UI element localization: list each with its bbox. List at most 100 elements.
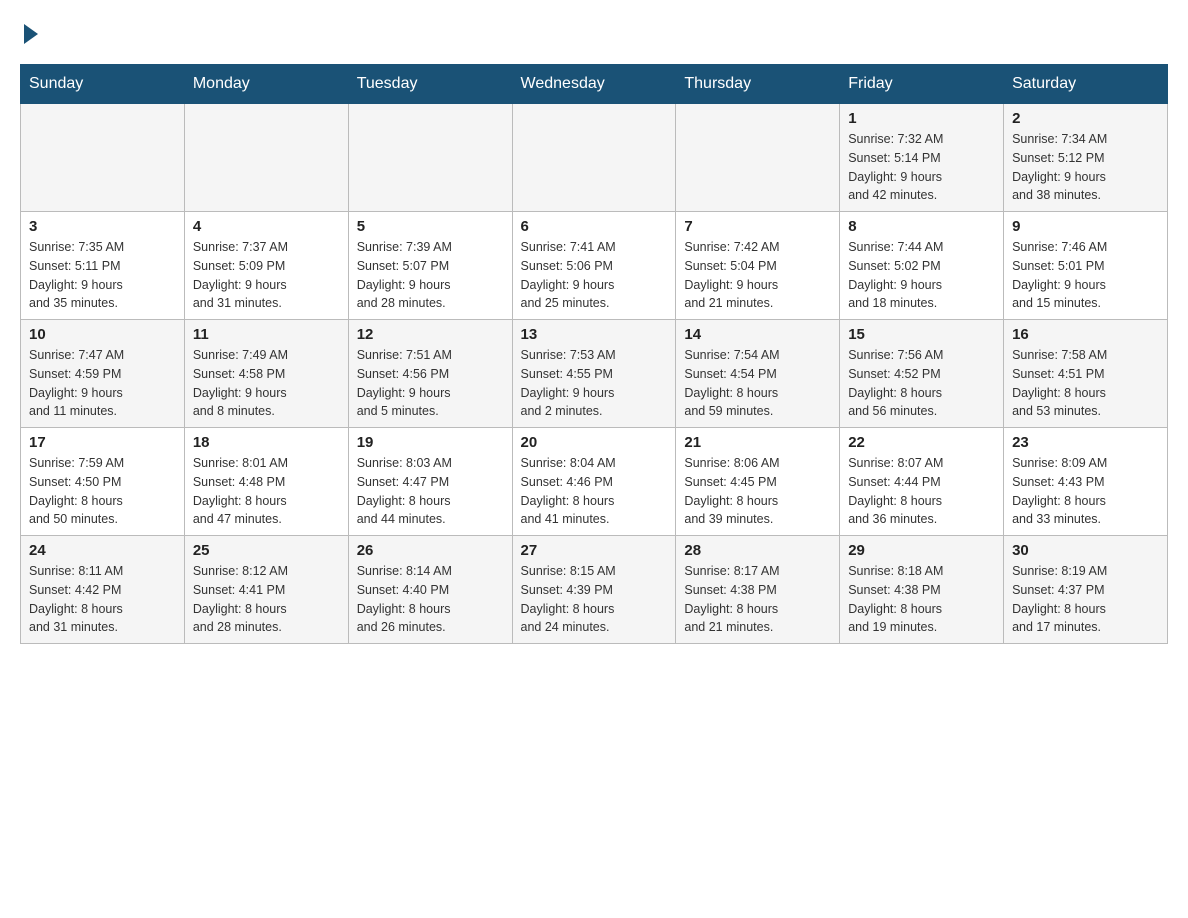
day-info: Sunrise: 8:06 AM Sunset: 4:45 PM Dayligh… bbox=[684, 454, 831, 529]
day-info: Sunrise: 7:54 AM Sunset: 4:54 PM Dayligh… bbox=[684, 346, 831, 421]
day-info: Sunrise: 8:07 AM Sunset: 4:44 PM Dayligh… bbox=[848, 454, 995, 529]
calendar-week-row: 17 Sunrise: 7:59 AM Sunset: 4:50 PM Dayli… bbox=[21, 428, 1168, 536]
day-info: Sunrise: 8:09 AM Sunset: 4:43 PM Dayligh… bbox=[1012, 454, 1159, 529]
day-number: 11 bbox=[193, 326, 340, 343]
day-info: Sunrise: 7:58 AM Sunset: 4:51 PM Dayligh… bbox=[1012, 346, 1159, 421]
day-info: Sunrise: 7:34 AM Sunset: 5:12 PM Dayligh… bbox=[1012, 130, 1159, 205]
logo bbox=[20, 20, 38, 44]
day-info: Sunrise: 8:17 AM Sunset: 4:38 PM Dayligh… bbox=[684, 562, 831, 637]
day-info: Sunrise: 8:14 AM Sunset: 4:40 PM Dayligh… bbox=[357, 562, 504, 637]
calendar-header-saturday: Saturday bbox=[1004, 65, 1168, 104]
calendar-cell bbox=[676, 104, 840, 212]
calendar-cell: 16 Sunrise: 7:58 AM Sunset: 4:51 PM Dayli… bbox=[1004, 320, 1168, 428]
calendar-cell: 12 Sunrise: 7:51 AM Sunset: 4:56 PM Dayli… bbox=[348, 320, 512, 428]
calendar-cell: 4 Sunrise: 7:37 AM Sunset: 5:09 PM Daylig… bbox=[184, 212, 348, 320]
day-number: 14 bbox=[684, 326, 831, 343]
calendar-header-thursday: Thursday bbox=[676, 65, 840, 104]
calendar-header-tuesday: Tuesday bbox=[348, 65, 512, 104]
calendar-cell: 25 Sunrise: 8:12 AM Sunset: 4:41 PM Dayli… bbox=[184, 536, 348, 644]
day-number: 29 bbox=[848, 542, 995, 559]
day-number: 2 bbox=[1012, 110, 1159, 127]
calendar-cell: 27Sunrise: 8:15 AM Sunset: 4:39 PM Dayli… bbox=[512, 536, 676, 644]
calendar-header-monday: Monday bbox=[184, 65, 348, 104]
calendar-cell bbox=[348, 104, 512, 212]
day-info: Sunrise: 8:12 AM Sunset: 4:41 PM Dayligh… bbox=[193, 562, 340, 637]
day-info: Sunrise: 8:11 AM Sunset: 4:42 PM Dayligh… bbox=[29, 562, 176, 637]
calendar-cell: 10 Sunrise: 7:47 AM Sunset: 4:59 PM Dayli… bbox=[21, 320, 185, 428]
logo-arrow-icon bbox=[24, 24, 38, 44]
day-info: Sunrise: 7:35 AM Sunset: 5:11 PM Dayligh… bbox=[29, 238, 176, 313]
calendar-cell: 1Sunrise: 7:32 AM Sunset: 5:14 PM Daylig… bbox=[840, 104, 1004, 212]
day-info: Sunrise: 8:18 AM Sunset: 4:38 PM Dayligh… bbox=[848, 562, 995, 637]
day-number: 25 bbox=[193, 542, 340, 559]
day-info: Sunrise: 7:51 AM Sunset: 4:56 PM Dayligh… bbox=[357, 346, 504, 421]
day-info: Sunrise: 8:04 AM Sunset: 4:46 PM Dayligh… bbox=[521, 454, 668, 529]
calendar-week-row: 24Sunrise: 8:11 AM Sunset: 4:42 PM Dayli… bbox=[21, 536, 1168, 644]
calendar-cell: 11 Sunrise: 7:49 AM Sunset: 4:58 PM Dayli… bbox=[184, 320, 348, 428]
day-info: Sunrise: 7:42 AM Sunset: 5:04 PM Dayligh… bbox=[684, 238, 831, 313]
calendar-cell: 29 Sunrise: 8:18 AM Sunset: 4:38 PM Dayli… bbox=[840, 536, 1004, 644]
day-number: 18 bbox=[193, 434, 340, 451]
calendar-cell: 3Sunrise: 7:35 AM Sunset: 5:11 PM Daylig… bbox=[21, 212, 185, 320]
calendar-cell: 23 Sunrise: 8:09 AM Sunset: 4:43 PM Dayli… bbox=[1004, 428, 1168, 536]
day-number: 10 bbox=[29, 326, 176, 343]
day-number: 20 bbox=[521, 434, 668, 451]
day-number: 17 bbox=[29, 434, 176, 451]
day-number: 19 bbox=[357, 434, 504, 451]
calendar-cell: 19 Sunrise: 8:03 AM Sunset: 4:47 PM Dayli… bbox=[348, 428, 512, 536]
day-info: Sunrise: 7:47 AM Sunset: 4:59 PM Dayligh… bbox=[29, 346, 176, 421]
calendar-week-row: 3Sunrise: 7:35 AM Sunset: 5:11 PM Daylig… bbox=[21, 212, 1168, 320]
day-info: Sunrise: 7:59 AM Sunset: 4:50 PM Dayligh… bbox=[29, 454, 176, 529]
calendar-cell bbox=[184, 104, 348, 212]
calendar-cell: 18Sunrise: 8:01 AM Sunset: 4:48 PM Dayli… bbox=[184, 428, 348, 536]
calendar-cell: 13 Sunrise: 7:53 AM Sunset: 4:55 PM Dayli… bbox=[512, 320, 676, 428]
calendar-cell bbox=[512, 104, 676, 212]
day-number: 12 bbox=[357, 326, 504, 343]
day-info: Sunrise: 7:56 AM Sunset: 4:52 PM Dayligh… bbox=[848, 346, 995, 421]
day-number: 7 bbox=[684, 218, 831, 235]
calendar-cell: 17 Sunrise: 7:59 AM Sunset: 4:50 PM Dayli… bbox=[21, 428, 185, 536]
calendar-cell: 22 Sunrise: 8:07 AM Sunset: 4:44 PM Dayli… bbox=[840, 428, 1004, 536]
day-info: Sunrise: 8:03 AM Sunset: 4:47 PM Dayligh… bbox=[357, 454, 504, 529]
calendar-header-sunday: Sunday bbox=[21, 65, 185, 104]
calendar-cell bbox=[21, 104, 185, 212]
calendar-cell: 5Sunrise: 7:39 AM Sunset: 5:07 PM Daylig… bbox=[348, 212, 512, 320]
day-info: Sunrise: 8:15 AM Sunset: 4:39 PM Dayligh… bbox=[521, 562, 668, 637]
calendar-week-row: 1Sunrise: 7:32 AM Sunset: 5:14 PM Daylig… bbox=[21, 104, 1168, 212]
day-number: 22 bbox=[848, 434, 995, 451]
calendar-table: SundayMondayTuesdayWednesdayThursdayFrid… bbox=[20, 64, 1168, 644]
calendar-cell: 7 Sunrise: 7:42 AM Sunset: 5:04 PM Daylig… bbox=[676, 212, 840, 320]
day-number: 15 bbox=[848, 326, 995, 343]
day-info: Sunrise: 7:41 AM Sunset: 5:06 PM Dayligh… bbox=[521, 238, 668, 313]
day-number: 1 bbox=[848, 110, 995, 127]
day-number: 4 bbox=[193, 218, 340, 235]
day-info: Sunrise: 7:53 AM Sunset: 4:55 PM Dayligh… bbox=[521, 346, 668, 421]
calendar-cell: 20 Sunrise: 8:04 AM Sunset: 4:46 PM Dayli… bbox=[512, 428, 676, 536]
calendar-cell: 21 Sunrise: 8:06 AM Sunset: 4:45 PM Dayli… bbox=[676, 428, 840, 536]
calendar-cell: 24Sunrise: 8:11 AM Sunset: 4:42 PM Dayli… bbox=[21, 536, 185, 644]
day-number: 16 bbox=[1012, 326, 1159, 343]
day-number: 8 bbox=[848, 218, 995, 235]
day-info: Sunrise: 8:19 AM Sunset: 4:37 PM Dayligh… bbox=[1012, 562, 1159, 637]
calendar-cell: 6Sunrise: 7:41 AM Sunset: 5:06 PM Daylig… bbox=[512, 212, 676, 320]
day-number: 21 bbox=[684, 434, 831, 451]
calendar-cell: 8 Sunrise: 7:44 AM Sunset: 5:02 PM Daylig… bbox=[840, 212, 1004, 320]
day-info: Sunrise: 7:44 AM Sunset: 5:02 PM Dayligh… bbox=[848, 238, 995, 313]
calendar-cell: 9 Sunrise: 7:46 AM Sunset: 5:01 PM Daylig… bbox=[1004, 212, 1168, 320]
calendar-cell: 2 Sunrise: 7:34 AM Sunset: 5:12 PM Daylig… bbox=[1004, 104, 1168, 212]
day-info: Sunrise: 7:37 AM Sunset: 5:09 PM Dayligh… bbox=[193, 238, 340, 313]
calendar-header-row: SundayMondayTuesdayWednesdayThursdayFrid… bbox=[21, 65, 1168, 104]
day-number: 13 bbox=[521, 326, 668, 343]
calendar-cell: 26Sunrise: 8:14 AM Sunset: 4:40 PM Dayli… bbox=[348, 536, 512, 644]
page-header bbox=[20, 20, 1168, 44]
calendar-header-friday: Friday bbox=[840, 65, 1004, 104]
calendar-cell: 15 Sunrise: 7:56 AM Sunset: 4:52 PM Dayli… bbox=[840, 320, 1004, 428]
day-number: 28 bbox=[684, 542, 831, 559]
day-info: Sunrise: 7:49 AM Sunset: 4:58 PM Dayligh… bbox=[193, 346, 340, 421]
calendar-header-wednesday: Wednesday bbox=[512, 65, 676, 104]
calendar-week-row: 10 Sunrise: 7:47 AM Sunset: 4:59 PM Dayli… bbox=[21, 320, 1168, 428]
day-number: 23 bbox=[1012, 434, 1159, 451]
day-info: Sunrise: 7:46 AM Sunset: 5:01 PM Dayligh… bbox=[1012, 238, 1159, 313]
day-number: 9 bbox=[1012, 218, 1159, 235]
day-info: Sunrise: 7:39 AM Sunset: 5:07 PM Dayligh… bbox=[357, 238, 504, 313]
